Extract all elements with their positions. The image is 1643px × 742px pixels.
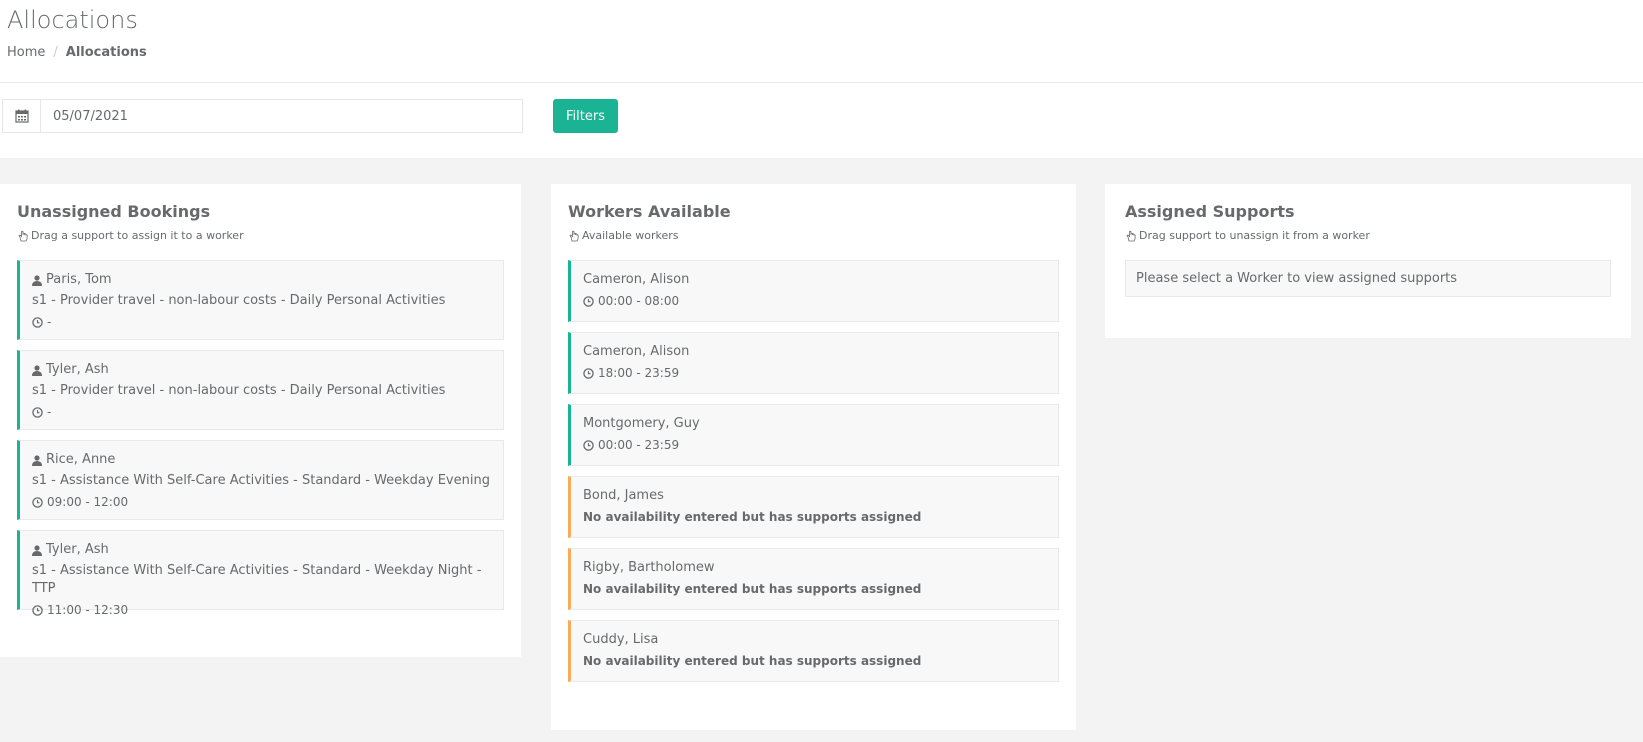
worker-name: Rigby, Bartholomew xyxy=(583,560,715,575)
worker-card[interactable]: Cuddy, Lisa No availability entered but … xyxy=(568,620,1059,682)
booking-service: s1 - Assistance With Self-Care Activitie… xyxy=(32,563,482,596)
page-heading: Allocations Home / Allocations xyxy=(0,0,1643,83)
unassigned-hint-text: Drag a support to assign it to a worker xyxy=(31,229,244,242)
booking-time: 09:00 - 12:00 xyxy=(47,495,129,509)
booking-service: s1 - Provider travel - non-labour costs … xyxy=(32,383,446,398)
worker-warning: No availability entered but has supports… xyxy=(583,582,922,596)
date-input[interactable] xyxy=(41,100,522,132)
calendar-icon[interactable] xyxy=(3,100,41,132)
worker-availability: 18:00 - 23:59 xyxy=(598,366,680,380)
clock-icon xyxy=(32,604,43,616)
assigned-supports-hint: Drag support to unassign it from a worke… xyxy=(1125,229,1611,242)
breadcrumb: Home / Allocations xyxy=(7,45,147,60)
assigned-supports-title: Assigned Supports xyxy=(1125,202,1295,221)
worker-card[interactable]: Rigby, Bartholomew No availability enter… xyxy=(568,548,1059,610)
clock-icon xyxy=(583,367,594,379)
booking-time: 11:00 - 12:30 xyxy=(47,603,129,617)
worker-availability: 00:00 - 23:59 xyxy=(598,438,680,452)
unassigned-bookings-panel: Unassigned Bookings Drag a support to as… xyxy=(0,184,521,657)
assigned-supports-panel: Assigned Supports Drag support to unassi… xyxy=(1105,184,1631,338)
worker-name: Bond, James xyxy=(583,488,664,503)
assigned-supports-empty-message: Please select a Worker to view assigned … xyxy=(1125,260,1611,297)
user-icon xyxy=(32,274,42,286)
worker-name: Cuddy, Lisa xyxy=(583,632,659,647)
assigned-hint-text: Drag support to unassign it from a worke… xyxy=(1139,229,1370,242)
booking-time: - xyxy=(47,405,52,419)
worker-warning: No availability entered but has supports… xyxy=(583,510,922,524)
allocation-workspace: Unassigned Bookings Drag a support to as… xyxy=(0,158,1643,742)
toolbar: Filters xyxy=(0,83,1643,158)
booking-card[interactable]: Tyler, Ash s1 - Assistance With Self-Car… xyxy=(17,530,504,617)
worker-name: Cameron, Alison xyxy=(583,272,690,287)
worker-warning: No availability entered but has supports… xyxy=(583,654,922,668)
page-title: Allocations xyxy=(7,6,138,34)
user-icon xyxy=(32,454,42,466)
breadcrumb-current: Allocations xyxy=(65,45,147,60)
worker-card[interactable]: Montgomery, Guy 00:00 - 23:59 xyxy=(568,404,1059,466)
filters-button[interactable]: Filters xyxy=(553,99,618,133)
workers-hint-text: Available workers xyxy=(582,229,679,242)
booking-client-name: Rice, Anne xyxy=(46,452,116,467)
worker-card[interactable]: Cameron, Alison 00:00 - 08:00 xyxy=(568,260,1059,322)
booking-client-name: Paris, Tom xyxy=(46,272,112,287)
booking-card[interactable]: Paris, Tom s1 - Provider travel - non-la… xyxy=(17,260,504,340)
clock-icon xyxy=(583,295,594,307)
worker-name: Montgomery, Guy xyxy=(583,416,700,431)
workers-available-panel: Workers Available Available workers Came… xyxy=(551,184,1076,730)
clock-icon xyxy=(32,496,43,508)
clock-icon xyxy=(32,316,43,328)
worker-name: Cameron, Alison xyxy=(583,344,690,359)
workers-available-title: Workers Available xyxy=(568,202,731,221)
booking-client-name: Tyler, Ash xyxy=(46,542,109,557)
unassigned-bookings-hint: Drag a support to assign it to a worker xyxy=(17,229,504,242)
booking-client-name: Tyler, Ash xyxy=(46,362,109,377)
clock-icon xyxy=(583,439,594,451)
drag-hand-icon xyxy=(17,230,29,242)
workers-available-hint: Available workers xyxy=(568,229,1059,242)
clock-icon xyxy=(32,406,43,418)
user-icon xyxy=(32,364,42,376)
booking-time: - xyxy=(47,315,52,329)
hand-pointer-icon xyxy=(568,230,580,242)
drag-hand-icon xyxy=(1125,230,1137,242)
worker-card[interactable]: Bond, James No availability entered but … xyxy=(568,476,1059,538)
worker-card[interactable]: Cameron, Alison 18:00 - 23:59 xyxy=(568,332,1059,394)
booking-service: s1 - Assistance With Self-Care Activitie… xyxy=(32,473,490,488)
booking-card[interactable]: Rice, Anne s1 - Assistance With Self-Car… xyxy=(17,440,504,520)
date-picker[interactable] xyxy=(2,99,523,133)
breadcrumb-separator: / xyxy=(53,45,58,60)
unassigned-bookings-title: Unassigned Bookings xyxy=(17,202,211,221)
booking-card[interactable]: Tyler, Ash s1 - Provider travel - non-la… xyxy=(17,350,504,430)
worker-availability: 00:00 - 08:00 xyxy=(598,294,680,308)
user-icon xyxy=(32,544,42,556)
booking-service: s1 - Provider travel - non-labour costs … xyxy=(32,293,446,308)
breadcrumb-home-link[interactable]: Home xyxy=(7,45,45,60)
